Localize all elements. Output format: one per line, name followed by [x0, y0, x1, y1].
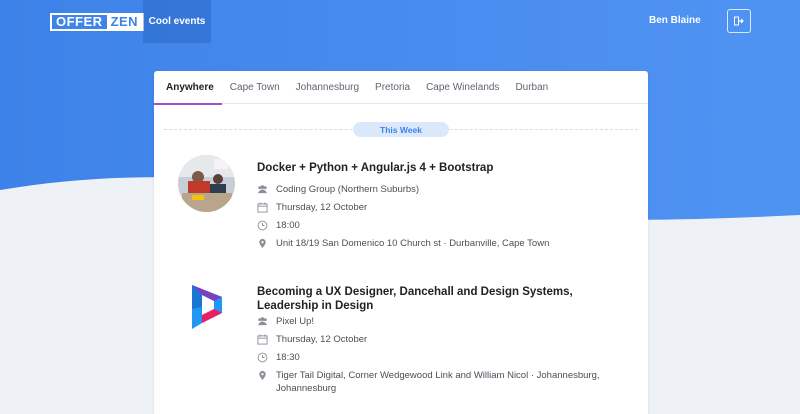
nav-cool-events[interactable]: Cool events: [143, 0, 211, 43]
event-date: Thursday, 12 October: [276, 334, 368, 345]
clock-icon: [257, 352, 268, 363]
event-location-row: Tiger Tail Digital, Corner Wedgewood Lin…: [257, 369, 636, 395]
logout-icon: [734, 16, 744, 26]
calendar-icon: [257, 334, 268, 345]
event-photo: [178, 155, 235, 212]
tab-cape-winelands[interactable]: Cape Winelands: [418, 71, 507, 104]
tab-cape-town[interactable]: Cape Town: [222, 71, 288, 104]
event-date-row: Thursday, 12 October: [257, 333, 636, 346]
event-title[interactable]: Docker + Python + Angular.js 4 + Bootstr…: [257, 161, 629, 175]
logo-left-text: OFFER: [56, 14, 103, 29]
event-time: 18:00: [276, 220, 300, 231]
event-group: Coding Group (Northern Suburbs): [276, 184, 420, 195]
location-pin-icon: [259, 238, 266, 249]
event-date-row: Thursday, 12 October: [257, 201, 636, 214]
offerzen-logo[interactable]: OFFER ZEN: [50, 13, 145, 31]
tab-durban[interactable]: Durban: [507, 71, 556, 104]
logo-right-text: ZEN: [106, 15, 143, 29]
event-location-row: Unit 18/19 San Domenico 10 Church st · D…: [257, 237, 636, 250]
week-label: This Week: [353, 122, 449, 137]
city-tabs: Anywhere Cape Town Johannesburg Pretoria…: [154, 71, 648, 105]
event-date: Thursday, 12 October: [276, 202, 368, 213]
clock-icon: [257, 220, 268, 231]
pixel-up-logo: [178, 279, 235, 336]
event-group-row: Pixel Up!: [257, 315, 636, 328]
event-group-row: Coding Group (Northern Suburbs): [257, 183, 636, 196]
group-icon: [257, 185, 268, 194]
event-time: 18:30: [276, 352, 300, 363]
group-icon: [257, 317, 268, 326]
logout-button[interactable]: [727, 9, 751, 33]
top-navbar: OFFER ZEN Cool events Ben Blaine: [0, 0, 800, 43]
tab-johannesburg[interactable]: Johannesburg: [288, 71, 367, 104]
event-time-row: 18:30: [257, 351, 636, 364]
location-pin-icon: [259, 370, 266, 381]
event-location: Tiger Tail Digital, Corner Wedgewood Lin…: [276, 370, 600, 394]
tab-pretoria[interactable]: Pretoria: [367, 71, 418, 104]
tab-anywhere[interactable]: Anywhere: [154, 71, 222, 105]
event-location: Unit 18/19 San Domenico 10 Church st · D…: [276, 238, 550, 249]
events-card: Anywhere Cape Town Johannesburg Pretoria…: [154, 71, 648, 414]
calendar-icon: [257, 202, 268, 213]
event-group: Pixel Up!: [276, 316, 315, 327]
user-name[interactable]: Ben Blaine: [649, 15, 701, 26]
event-title[interactable]: Becoming a UX Designer, Dancehall and De…: [257, 285, 629, 313]
event-time-row: 18:00: [257, 219, 636, 232]
